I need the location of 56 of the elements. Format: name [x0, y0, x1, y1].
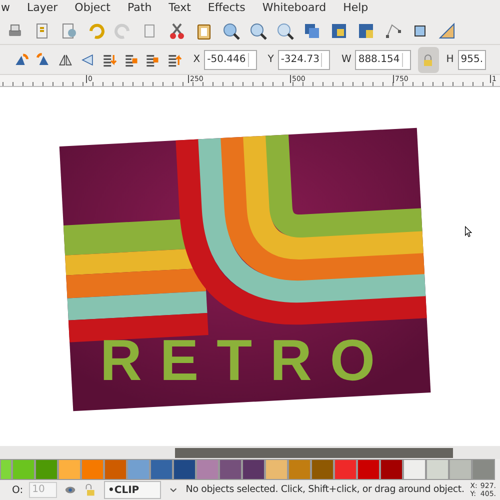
zoom-icon[interactable] [249, 22, 267, 40]
layer-dropdown[interactable]: •CLIP [104, 481, 162, 499]
node-icon[interactable] [384, 22, 402, 40]
number-field[interactable]: 888.154 [355, 50, 411, 70]
zoom-icon[interactable] [222, 22, 240, 40]
menu-item[interactable]: Object [74, 0, 110, 17]
color-swatch[interactable] [265, 459, 288, 480]
menu-item[interactable]: Text [168, 0, 191, 17]
opacity-label: O: [12, 484, 24, 498]
status-message: No objects selected. Click, Shift+click, or drag around object. [186, 482, 464, 497]
ungroup-icon[interactable] [357, 22, 375, 40]
field-label: H [446, 53, 454, 67]
color-swatch[interactable] [380, 459, 403, 480]
lock-button[interactable] [418, 46, 440, 72]
cut-icon[interactable] [168, 22, 186, 40]
scrollbar-thumb[interactable] [175, 448, 453, 458]
color-swatch[interactable] [58, 459, 81, 480]
undo-icon[interactable] [87, 22, 105, 40]
color-swatch[interactable] [426, 459, 449, 480]
color-swatch[interactable] [35, 459, 58, 480]
menu-item[interactable]: Whiteboard [262, 0, 326, 17]
color-swatch[interactable] [242, 459, 265, 480]
color-swatch[interactable] [403, 459, 426, 480]
menu-item[interactable]: Help [343, 0, 368, 17]
color-swatch[interactable] [12, 459, 35, 480]
color-swatch[interactable] [127, 459, 150, 480]
color-swatch[interactable] [288, 459, 311, 480]
menu-item[interactable]: Path [128, 0, 152, 17]
number-field[interactable]: -324.73 [278, 50, 330, 70]
color-swatch[interactable] [196, 459, 219, 480]
fill-stroke-icon[interactable] [438, 22, 456, 40]
color-swatch[interactable] [0, 459, 12, 480]
number-field[interactable]: 955. [458, 50, 486, 70]
group-icon[interactable] [330, 22, 348, 40]
paste-icon[interactable] [195, 22, 213, 40]
lock-icon [423, 54, 434, 66]
color-swatch[interactable] [104, 459, 127, 480]
color-swatch[interactable] [472, 459, 495, 480]
field-label: X [193, 53, 200, 67]
menu-item[interactable]: Effects [208, 0, 246, 17]
color-swatch[interactable] [311, 459, 334, 480]
color-swatch[interactable] [173, 459, 196, 480]
color-swatch[interactable] [81, 459, 104, 480]
menu-item[interactable]: Layer [27, 0, 58, 17]
menu-item[interactable]: w [1, 0, 10, 17]
color-swatch[interactable] [449, 459, 472, 480]
number-field[interactable]: -50.446 [204, 50, 257, 70]
field-label: Y [268, 53, 274, 67]
artwork-title: RETRO [100, 331, 393, 391]
color-swatch[interactable] [150, 459, 173, 480]
field-label: W [341, 53, 352, 67]
duplicate-icon[interactable] [303, 22, 321, 40]
color-swatch[interactable] [219, 459, 242, 480]
zoom-icon[interactable] [276, 22, 294, 40]
color-swatch[interactable] [334, 459, 357, 480]
color-swatch[interactable] [357, 459, 380, 480]
